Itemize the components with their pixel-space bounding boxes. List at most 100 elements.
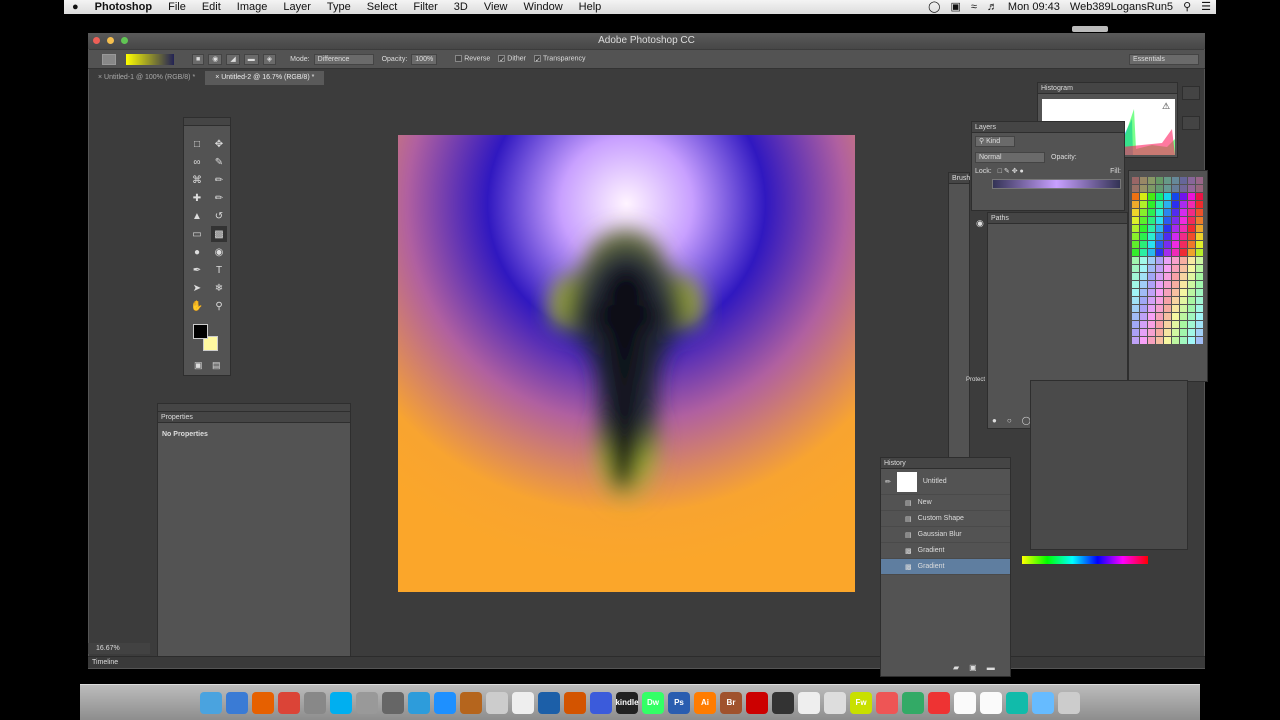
- color-swatch[interactable]: [1180, 201, 1187, 208]
- color-swatch[interactable]: [1164, 233, 1171, 240]
- color-swatch[interactable]: [1180, 241, 1187, 248]
- history-step[interactable]: ▤ New: [881, 495, 1010, 511]
- color-swatch[interactable]: [1172, 273, 1179, 280]
- layer-visibility-icon[interactable]: ◉: [976, 218, 984, 229]
- flash-icon[interactable]: [746, 691, 768, 714]
- screen-mode-icon[interactable]: ▤: [212, 360, 221, 371]
- tab-untitled-2[interactable]: × Untitled-2 @ 16.7% (RGB/8) *: [205, 71, 325, 85]
- color-swatch[interactable]: [1196, 305, 1203, 312]
- color-swatch[interactable]: [1196, 289, 1203, 296]
- angle-gradient-button[interactable]: ◢: [226, 53, 240, 65]
- color-swatch[interactable]: [1156, 305, 1163, 312]
- color-swatch[interactable]: [1196, 241, 1203, 248]
- color-swatch[interactable]: [1172, 225, 1179, 232]
- histogram-dock-icon[interactable]: [1182, 86, 1200, 100]
- crop-tool-icon[interactable]: ⌘: [189, 172, 205, 188]
- color-swatch[interactable]: [1156, 225, 1163, 232]
- healing-tool-icon[interactable]: ✚: [189, 190, 205, 206]
- color-swatch[interactable]: [1196, 193, 1203, 200]
- skype-icon[interactable]: [330, 691, 352, 714]
- volume-icon[interactable]: ♬: [982, 0, 1003, 14]
- paper-icon[interactable]: [980, 691, 1002, 714]
- color-swatch[interactable]: [1140, 305, 1147, 312]
- fireworks-icon[interactable]: [564, 691, 586, 714]
- safari-icon[interactable]: [434, 691, 456, 714]
- color-swatch[interactable]: [1188, 289, 1195, 296]
- color-swatch[interactable]: [1140, 321, 1147, 328]
- color-swatch[interactable]: [1164, 217, 1171, 224]
- color-swatch[interactable]: [1188, 313, 1195, 320]
- color-swatch[interactable]: [1156, 233, 1163, 240]
- color-swatch[interactable]: [1156, 201, 1163, 208]
- preview-icon[interactable]: [226, 691, 248, 714]
- color-swatch[interactable]: [1156, 193, 1163, 200]
- document-canvas[interactable]: [398, 135, 855, 592]
- color-swatch[interactable]: [1196, 273, 1203, 280]
- warning-icon[interactable]: ⚠: [1162, 101, 1170, 112]
- apple-icon[interactable]: ●: [64, 0, 87, 14]
- color-swatch[interactable]: [1164, 329, 1171, 336]
- color-swatch[interactable]: [1148, 257, 1155, 264]
- color-swatch[interactable]: [1156, 273, 1163, 280]
- color-swatch[interactable]: [1172, 233, 1179, 240]
- color-swatch[interactable]: [1172, 297, 1179, 304]
- color-swatch[interactable]: [1140, 217, 1147, 224]
- trash-icon[interactable]: [1058, 691, 1080, 714]
- color-swatch[interactable]: [1156, 177, 1163, 184]
- color-swatch[interactable]: [1140, 313, 1147, 320]
- color-swatch[interactable]: [1172, 305, 1179, 312]
- tab-untitled-1[interactable]: × Untitled-1 @ 100% (RGB/8) *: [88, 71, 205, 85]
- color-swatch[interactable]: [1156, 289, 1163, 296]
- eraser-tool-icon[interactable]: ▭: [189, 226, 205, 242]
- color-swatch[interactable]: [1164, 209, 1171, 216]
- color-swatch[interactable]: [1180, 209, 1187, 216]
- color-swatch[interactable]: [1132, 217, 1139, 224]
- layers-tab[interactable]: Layers: [972, 122, 1124, 133]
- color-swatch[interactable]: [1148, 337, 1155, 344]
- menu-edit[interactable]: Edit: [194, 0, 229, 14]
- zoom-level[interactable]: 16.67%: [88, 643, 150, 654]
- photo-icon[interactable]: [356, 691, 378, 714]
- color-swatch[interactable]: [1188, 337, 1195, 344]
- sheep-icon[interactable]: [824, 691, 846, 714]
- color-swatch[interactable]: [1156, 217, 1163, 224]
- color-swatch[interactable]: [1164, 337, 1171, 344]
- color-swatch[interactable]: [1188, 273, 1195, 280]
- pdf-icon[interactable]: [928, 691, 950, 714]
- color-swatch[interactable]: [1172, 289, 1179, 296]
- notification-icon[interactable]: ☰: [1196, 0, 1216, 14]
- color-swatch[interactable]: [1196, 217, 1203, 224]
- history-snapshot[interactable]: ✏ Untitled: [881, 469, 1010, 495]
- dither-checkbox[interactable]: ✓ Dither: [498, 55, 526, 64]
- history-tab[interactable]: History: [881, 458, 1010, 469]
- radial-gradient-button[interactable]: ◉: [208, 53, 223, 65]
- color-swatch[interactable]: [1164, 257, 1171, 264]
- color-swatch[interactable]: [1132, 305, 1139, 312]
- gradient-tool-icon[interactable]: ▩: [211, 226, 227, 242]
- color-swatch[interactable]: [1196, 297, 1203, 304]
- color-swatch[interactable]: [1140, 273, 1147, 280]
- color-swatch[interactable]: [1148, 209, 1155, 216]
- color-swatch[interactable]: [1156, 249, 1163, 256]
- history-step-active[interactable]: ▩ Gradient: [881, 559, 1010, 575]
- color-swatch[interactable]: [1148, 185, 1155, 192]
- color-swatch[interactable]: [1196, 257, 1203, 264]
- menu-help[interactable]: Help: [571, 0, 610, 14]
- color-swatch[interactable]: [1148, 313, 1155, 320]
- properties-grip[interactable]: [158, 404, 350, 412]
- swatch-grid[interactable]: [1129, 171, 1207, 350]
- properties-tab[interactable]: Properties: [158, 412, 350, 423]
- color-swatch[interactable]: [1132, 265, 1139, 272]
- mode-select[interactable]: Difference: [313, 53, 374, 65]
- color-swatch[interactable]: [1180, 281, 1187, 288]
- color-swatch[interactable]: [1140, 329, 1147, 336]
- color-swatch[interactable]: [1132, 241, 1139, 248]
- color-swatch[interactable]: [1140, 209, 1147, 216]
- shape-tool-icon[interactable]: ❄: [211, 280, 227, 296]
- dreamweaver-icon[interactable]: Dw: [642, 691, 664, 714]
- color-swatch[interactable]: [1188, 329, 1195, 336]
- color-swatch[interactable]: [1188, 201, 1195, 208]
- menu-type[interactable]: Type: [319, 0, 359, 14]
- creative-cloud-icon[interactable]: ◯: [923, 0, 945, 14]
- user-name[interactable]: Web389LogansRun5: [1065, 0, 1178, 14]
